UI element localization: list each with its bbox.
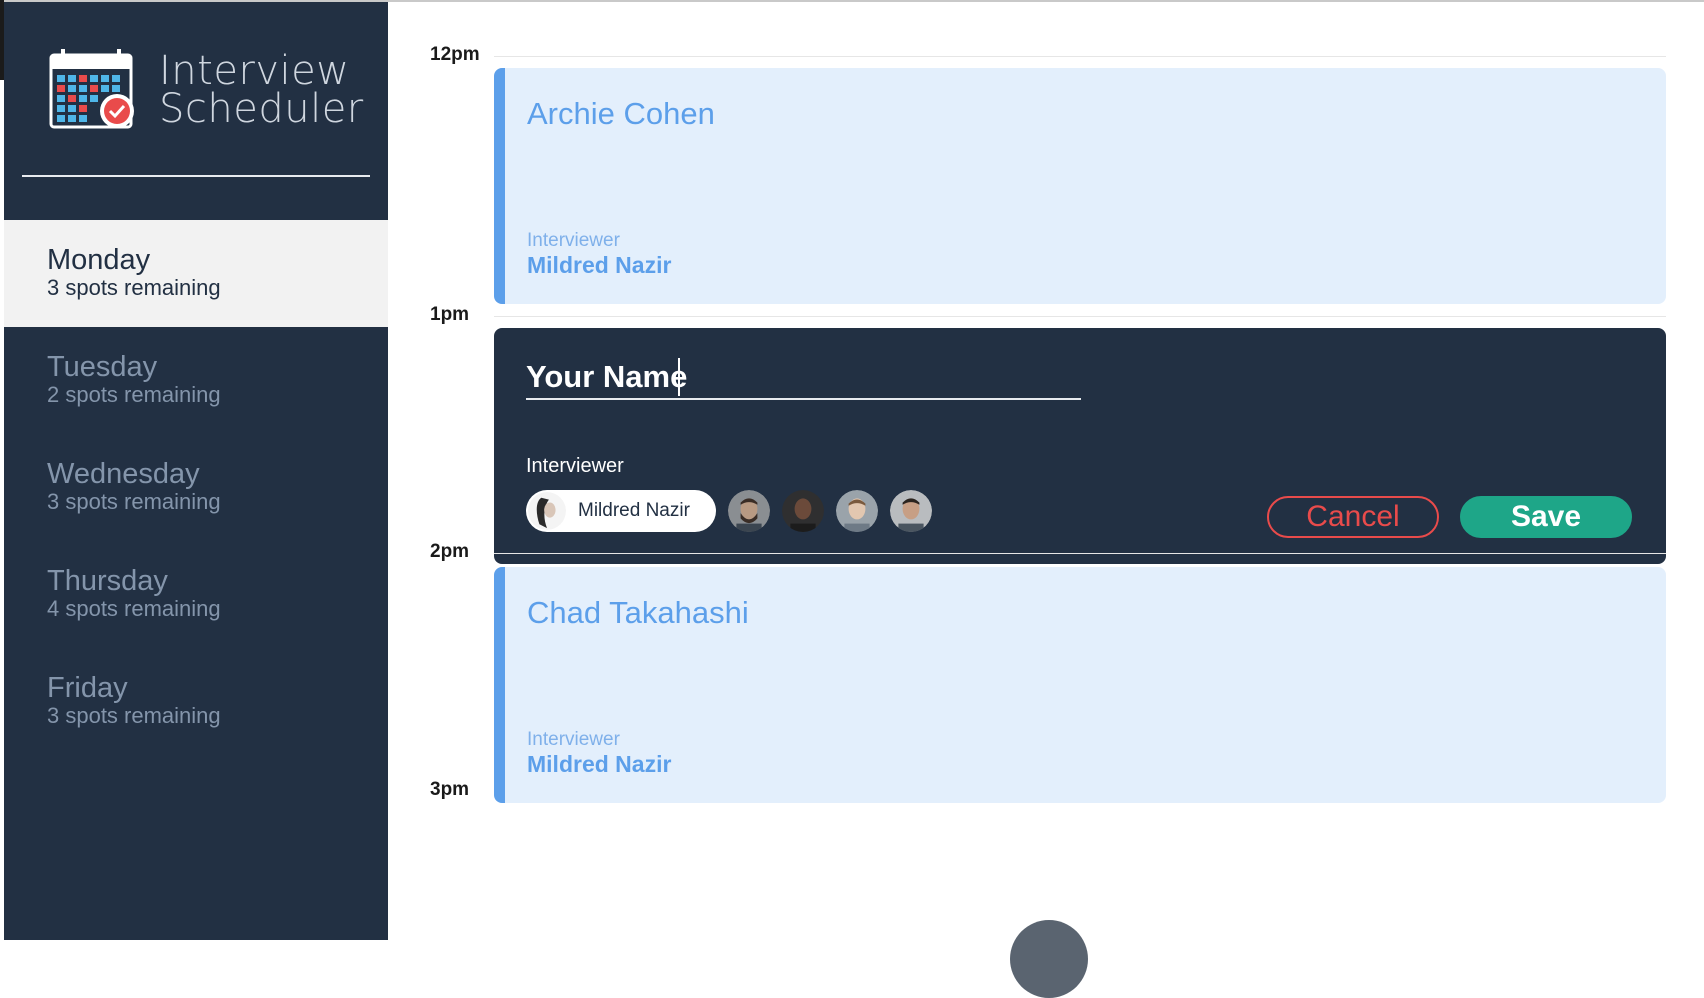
interviewer-avatar[interactable] xyxy=(836,490,878,532)
appointment-interviewer: Mildred Nazir xyxy=(527,252,672,278)
cancel-button[interactable]: Cancel xyxy=(1267,496,1439,538)
time-label: 1pm xyxy=(430,304,470,325)
day-list: Monday 3 spots remaining Tuesday 2 spots… xyxy=(4,220,388,755)
avatar xyxy=(528,492,566,530)
interviewer-label: Interviewer xyxy=(526,455,624,477)
app-title: Interview Scheduler xyxy=(159,48,364,132)
appointment-interviewer-label: Interviewer xyxy=(527,230,620,251)
time-label: 12pm xyxy=(430,44,480,65)
calendar-check-icon xyxy=(49,47,139,131)
day-item-wednesday[interactable]: Wednesday 3 spots remaining xyxy=(4,434,388,541)
time-divider xyxy=(494,553,1666,554)
day-spots: 3 spots remaining xyxy=(47,489,221,514)
day-name: Tuesday xyxy=(47,351,158,383)
day-spots: 4 spots remaining xyxy=(47,596,221,621)
overlay-fragment xyxy=(1010,920,1088,998)
appointment-interviewer-label: Interviewer xyxy=(527,729,620,750)
day-spots: 3 spots remaining xyxy=(47,703,221,728)
time-divider xyxy=(494,316,1666,317)
day-spots: 2 spots remaining xyxy=(47,382,221,407)
time-label: 3pm xyxy=(430,779,470,800)
day-name: Thursday xyxy=(47,565,168,597)
appointment-student: Archie Cohen xyxy=(527,96,715,131)
schedule: 12pm Archie Cohen Interviewer Mildred Na… xyxy=(388,2,1704,998)
appointment-interviewer: Mildred Nazir xyxy=(527,751,672,777)
interviewer-avatar[interactable] xyxy=(728,490,770,532)
appointment-card[interactable]: Chad Takahashi Interviewer Mildred Nazir xyxy=(494,567,1666,803)
day-item-monday[interactable]: Monday 3 spots remaining xyxy=(4,220,388,327)
sidebar-divider xyxy=(22,175,370,177)
text-caret xyxy=(678,358,680,396)
app-title-line-1: Interview xyxy=(159,48,350,94)
appointment-student: Chad Takahashi xyxy=(527,595,749,630)
day-name: Wednesday xyxy=(47,458,200,490)
save-button[interactable]: Save xyxy=(1460,496,1632,538)
interviewer-avatar[interactable] xyxy=(890,490,932,532)
time-divider xyxy=(494,56,1666,57)
day-item-tuesday[interactable]: Tuesday 2 spots remaining xyxy=(4,327,388,434)
app-title-line-2: Scheduler xyxy=(159,86,364,132)
day-spots: 3 spots remaining xyxy=(47,275,221,300)
appointment-form: Interviewer Mildred Nazir Cancel Save xyxy=(494,328,1666,564)
day-name: Monday xyxy=(47,244,151,276)
day-item-friday[interactable]: Friday 3 spots remaining xyxy=(4,648,388,755)
appointment-card[interactable]: Archie Cohen Interviewer Mildred Nazir xyxy=(494,68,1666,304)
day-name: Friday xyxy=(47,672,128,704)
interviewer-list: Mildred Nazir xyxy=(526,490,932,532)
interviewer-selected[interactable]: Mildred Nazir xyxy=(526,490,716,532)
time-label: 2pm xyxy=(430,541,470,562)
student-name-input[interactable] xyxy=(526,356,1081,400)
interviewer-avatar[interactable] xyxy=(782,490,824,532)
sidebar: Interview Scheduler Monday 3 spots remai… xyxy=(4,2,388,940)
interviewer-name: Mildred Nazir xyxy=(578,500,690,521)
day-item-thursday[interactable]: Thursday 4 spots remaining xyxy=(4,541,388,648)
